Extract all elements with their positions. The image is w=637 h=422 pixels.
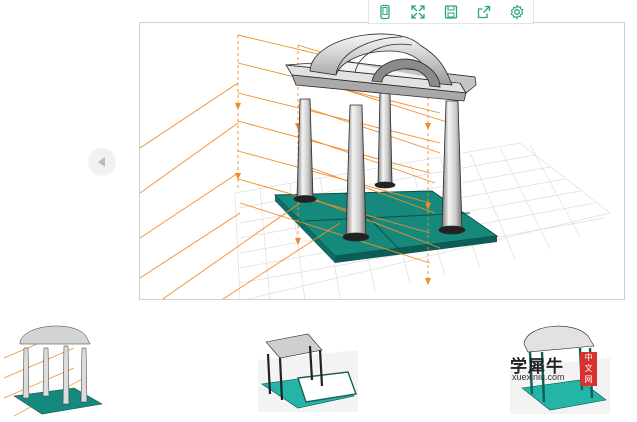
watermark-seal: 中 文 网 [580, 352, 597, 386]
seal-char-3: 网 [584, 375, 593, 384]
triangle-left-icon [98, 157, 105, 167]
watermark-url: xuexiniu.com [512, 372, 565, 382]
phone-icon [380, 4, 391, 19]
seal-char-1: 中 [584, 353, 593, 362]
fullscreen-button[interactable] [406, 1, 430, 23]
fullscreen-icon [411, 4, 425, 19]
seal-char-2: 文 [584, 364, 593, 373]
gazebo-assembly-thumb [258, 333, 358, 412]
previous-image-button[interactable] [88, 148, 116, 176]
settings-icon [510, 3, 524, 20]
thumbnail-2[interactable] [258, 320, 358, 412]
gazebo-render [140, 33, 611, 299]
main-image-viewer[interactable] [139, 22, 625, 300]
thumbnail-1[interactable] [4, 318, 108, 416]
share-icon [477, 5, 490, 18]
save-icon [444, 4, 458, 19]
watermark: 学犀牛 xuexiniu.com 中 文 网 [510, 352, 602, 388]
save-button[interactable] [439, 1, 463, 23]
mobile-view-button[interactable] [373, 1, 397, 23]
settings-button[interactable] [505, 1, 529, 23]
gazebo-exploded-thumb [4, 325, 103, 416]
share-button[interactable] [472, 1, 496, 23]
viewer-toolbar [368, 0, 534, 24]
